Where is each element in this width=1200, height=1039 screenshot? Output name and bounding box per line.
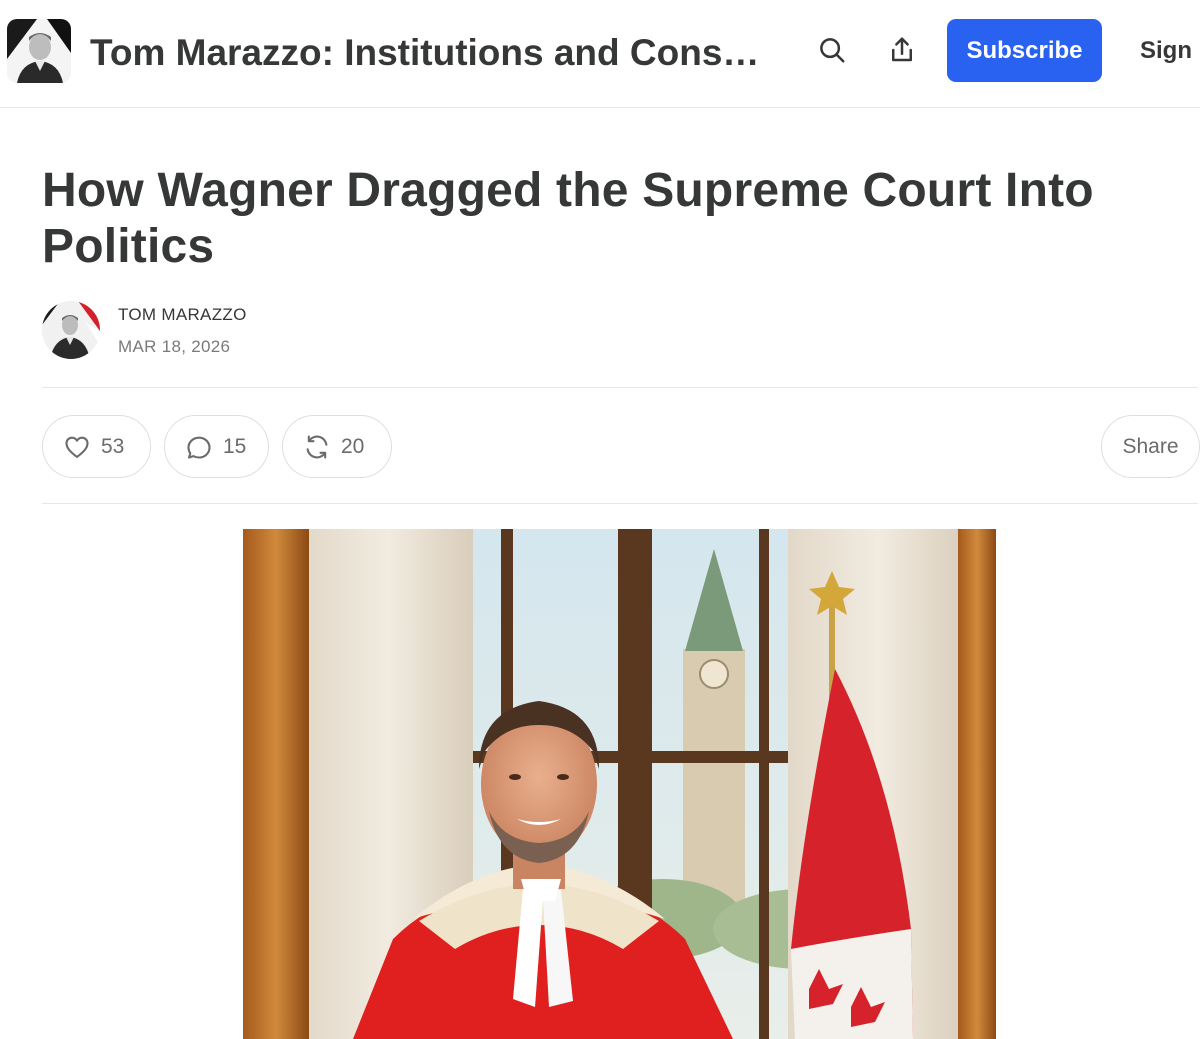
portrait-photo xyxy=(243,529,996,1039)
post-date: MAR 18, 2026 xyxy=(118,337,231,356)
restack-icon xyxy=(306,434,328,459)
subscribe-button[interactable]: Subscribe xyxy=(947,19,1102,82)
publication-logo[interactable] xyxy=(7,19,71,83)
hero-image[interactable] xyxy=(243,529,996,1039)
search-button[interactable] xyxy=(812,30,852,70)
like-count: 53 xyxy=(101,434,125,458)
share-button-top[interactable] xyxy=(882,30,922,70)
divider-bottom xyxy=(42,503,1198,504)
comment-button[interactable]: 15 xyxy=(164,415,269,478)
divider-top xyxy=(42,387,1198,388)
share-label: Share xyxy=(1122,434,1179,458)
restack-button[interactable]: 20 xyxy=(282,415,392,478)
author-name[interactable]: TOM MARAZZO xyxy=(118,305,247,325)
restack-count: 20 xyxy=(341,434,365,458)
like-button[interactable]: 53 xyxy=(42,415,151,478)
share-button[interactable]: Share xyxy=(1101,415,1200,478)
top-navigation-bar: Tom Marazzo: Institutions and Cons… Subs… xyxy=(0,0,1200,108)
comment-bubble-icon xyxy=(187,436,211,459)
publication-logo-image xyxy=(7,19,71,83)
share-upload-icon xyxy=(892,37,912,62)
heart-icon xyxy=(65,436,89,458)
post-title: How Wagner Dragged the Supreme Court Int… xyxy=(42,164,1094,273)
comment-count: 15 xyxy=(223,434,247,458)
publication-title[interactable]: Tom Marazzo: Institutions and Cons… xyxy=(90,30,760,76)
author-photo xyxy=(42,301,100,359)
sign-in-link[interactable]: Sign i xyxy=(1140,32,1200,70)
author-avatar[interactable] xyxy=(42,301,100,359)
search-icon xyxy=(820,38,845,63)
